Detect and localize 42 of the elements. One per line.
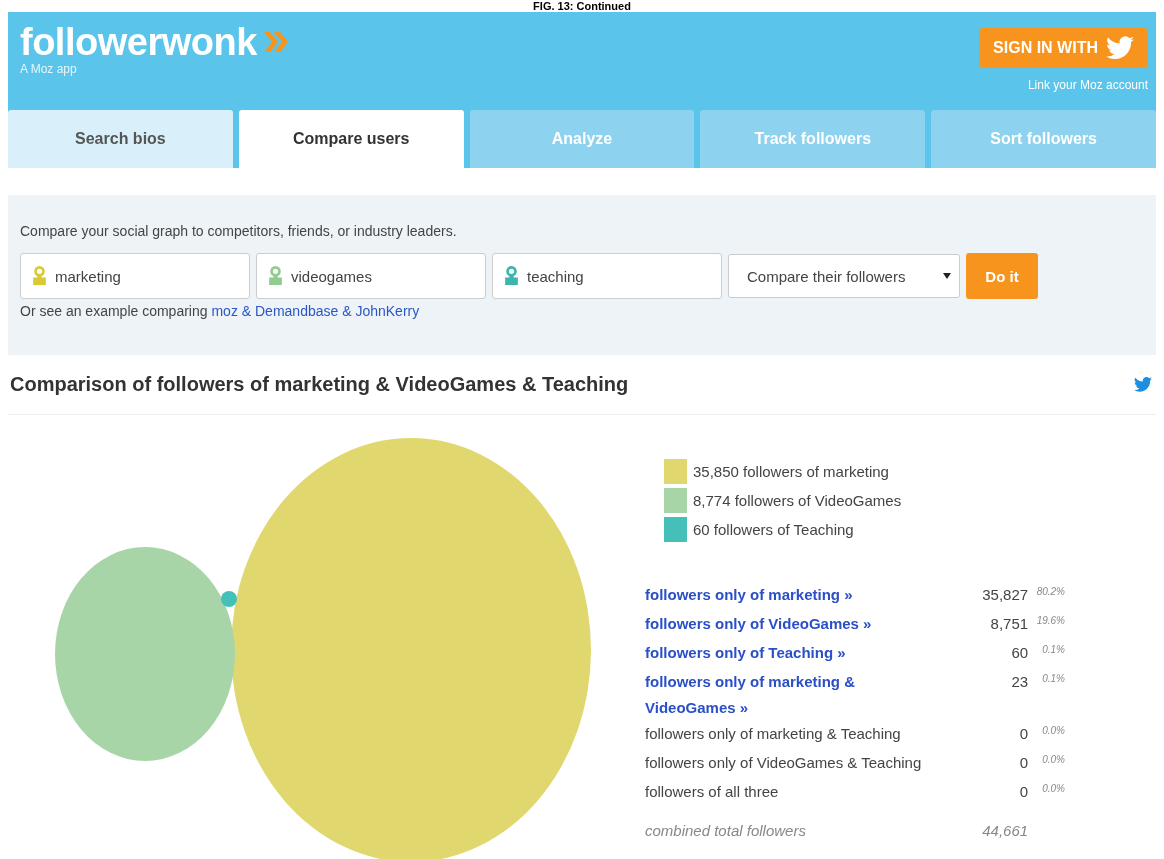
compare-dropdown[interactable]: Compare their followers: [728, 254, 960, 298]
stat-count: 35,827: [981, 585, 1029, 605]
result-title: Comparison of followers of marketing & VideoGames & Teaching: [10, 373, 629, 396]
figure-caption: FIG. 13: Continued: [532, 0, 632, 12]
stat-link[interactable]: followers only of marketing »: [645, 582, 949, 608]
legend-label: 35,850 followers of marketing: [693, 463, 889, 480]
stat-link[interactable]: followers only of marketing & VideoGames »: [645, 669, 949, 721]
stat-label: followers only of marketing & Teaching: [645, 724, 902, 744]
user-field[interactable]: videogames: [256, 253, 486, 299]
stat-percent: 0.1%: [1042, 644, 1065, 655]
stat-count: 0: [1018, 724, 1029, 744]
example-text: Or see an example comparing: [20, 303, 208, 319]
stat-count: 0: [1018, 782, 1029, 802]
bird-icon[interactable]: [1134, 377, 1152, 392]
stat-percent: 0.0%: [1042, 783, 1065, 794]
stat-label: followers of all three: [645, 782, 780, 802]
stat-link[interactable]: followers only of Teaching »: [645, 640, 949, 666]
legend-label: 8,774 followers of VideoGames: [693, 492, 902, 509]
stat-percent: 0.0%: [1042, 754, 1065, 765]
tagline: A Moz app: [20, 62, 78, 76]
intro-text: Compare your social graph to competitors, friends, or industry leaders.: [20, 223, 458, 239]
bird-icon: [1106, 36, 1134, 60]
stat-percent: 80.2%: [1036, 586, 1065, 597]
user-field[interactable]: marketing: [20, 253, 250, 299]
stat-count: 0: [1018, 753, 1029, 773]
stat-count: 60: [1010, 643, 1029, 663]
stat-percent: 0.1%: [1042, 673, 1065, 684]
user-field[interactable]: teaching: [492, 253, 722, 299]
stat-label: combined total followers: [645, 821, 807, 841]
stat-count: 23: [1010, 672, 1029, 692]
nav-tab[interactable]: Compare users: [238, 110, 464, 168]
stat-count: 44,661: [981, 821, 1029, 841]
example-link[interactable]: moz & Demandbase & JohnKerry: [211, 303, 420, 319]
legend-label: 60 followers of Teaching: [693, 521, 854, 538]
stat-link[interactable]: followers only of VideoGames »: [645, 611, 949, 637]
stat-percent: 0.0%: [1042, 725, 1065, 736]
nav-tab[interactable]: Search bios: [8, 110, 233, 168]
caret-icon: [943, 273, 951, 279]
stat-label: followers only of VideoGames & Teaching: [645, 753, 923, 773]
chevrons-icon: [262, 30, 289, 54]
stat-percent: 19.6%: [1036, 615, 1065, 626]
stat-count: 8,751: [989, 614, 1029, 634]
